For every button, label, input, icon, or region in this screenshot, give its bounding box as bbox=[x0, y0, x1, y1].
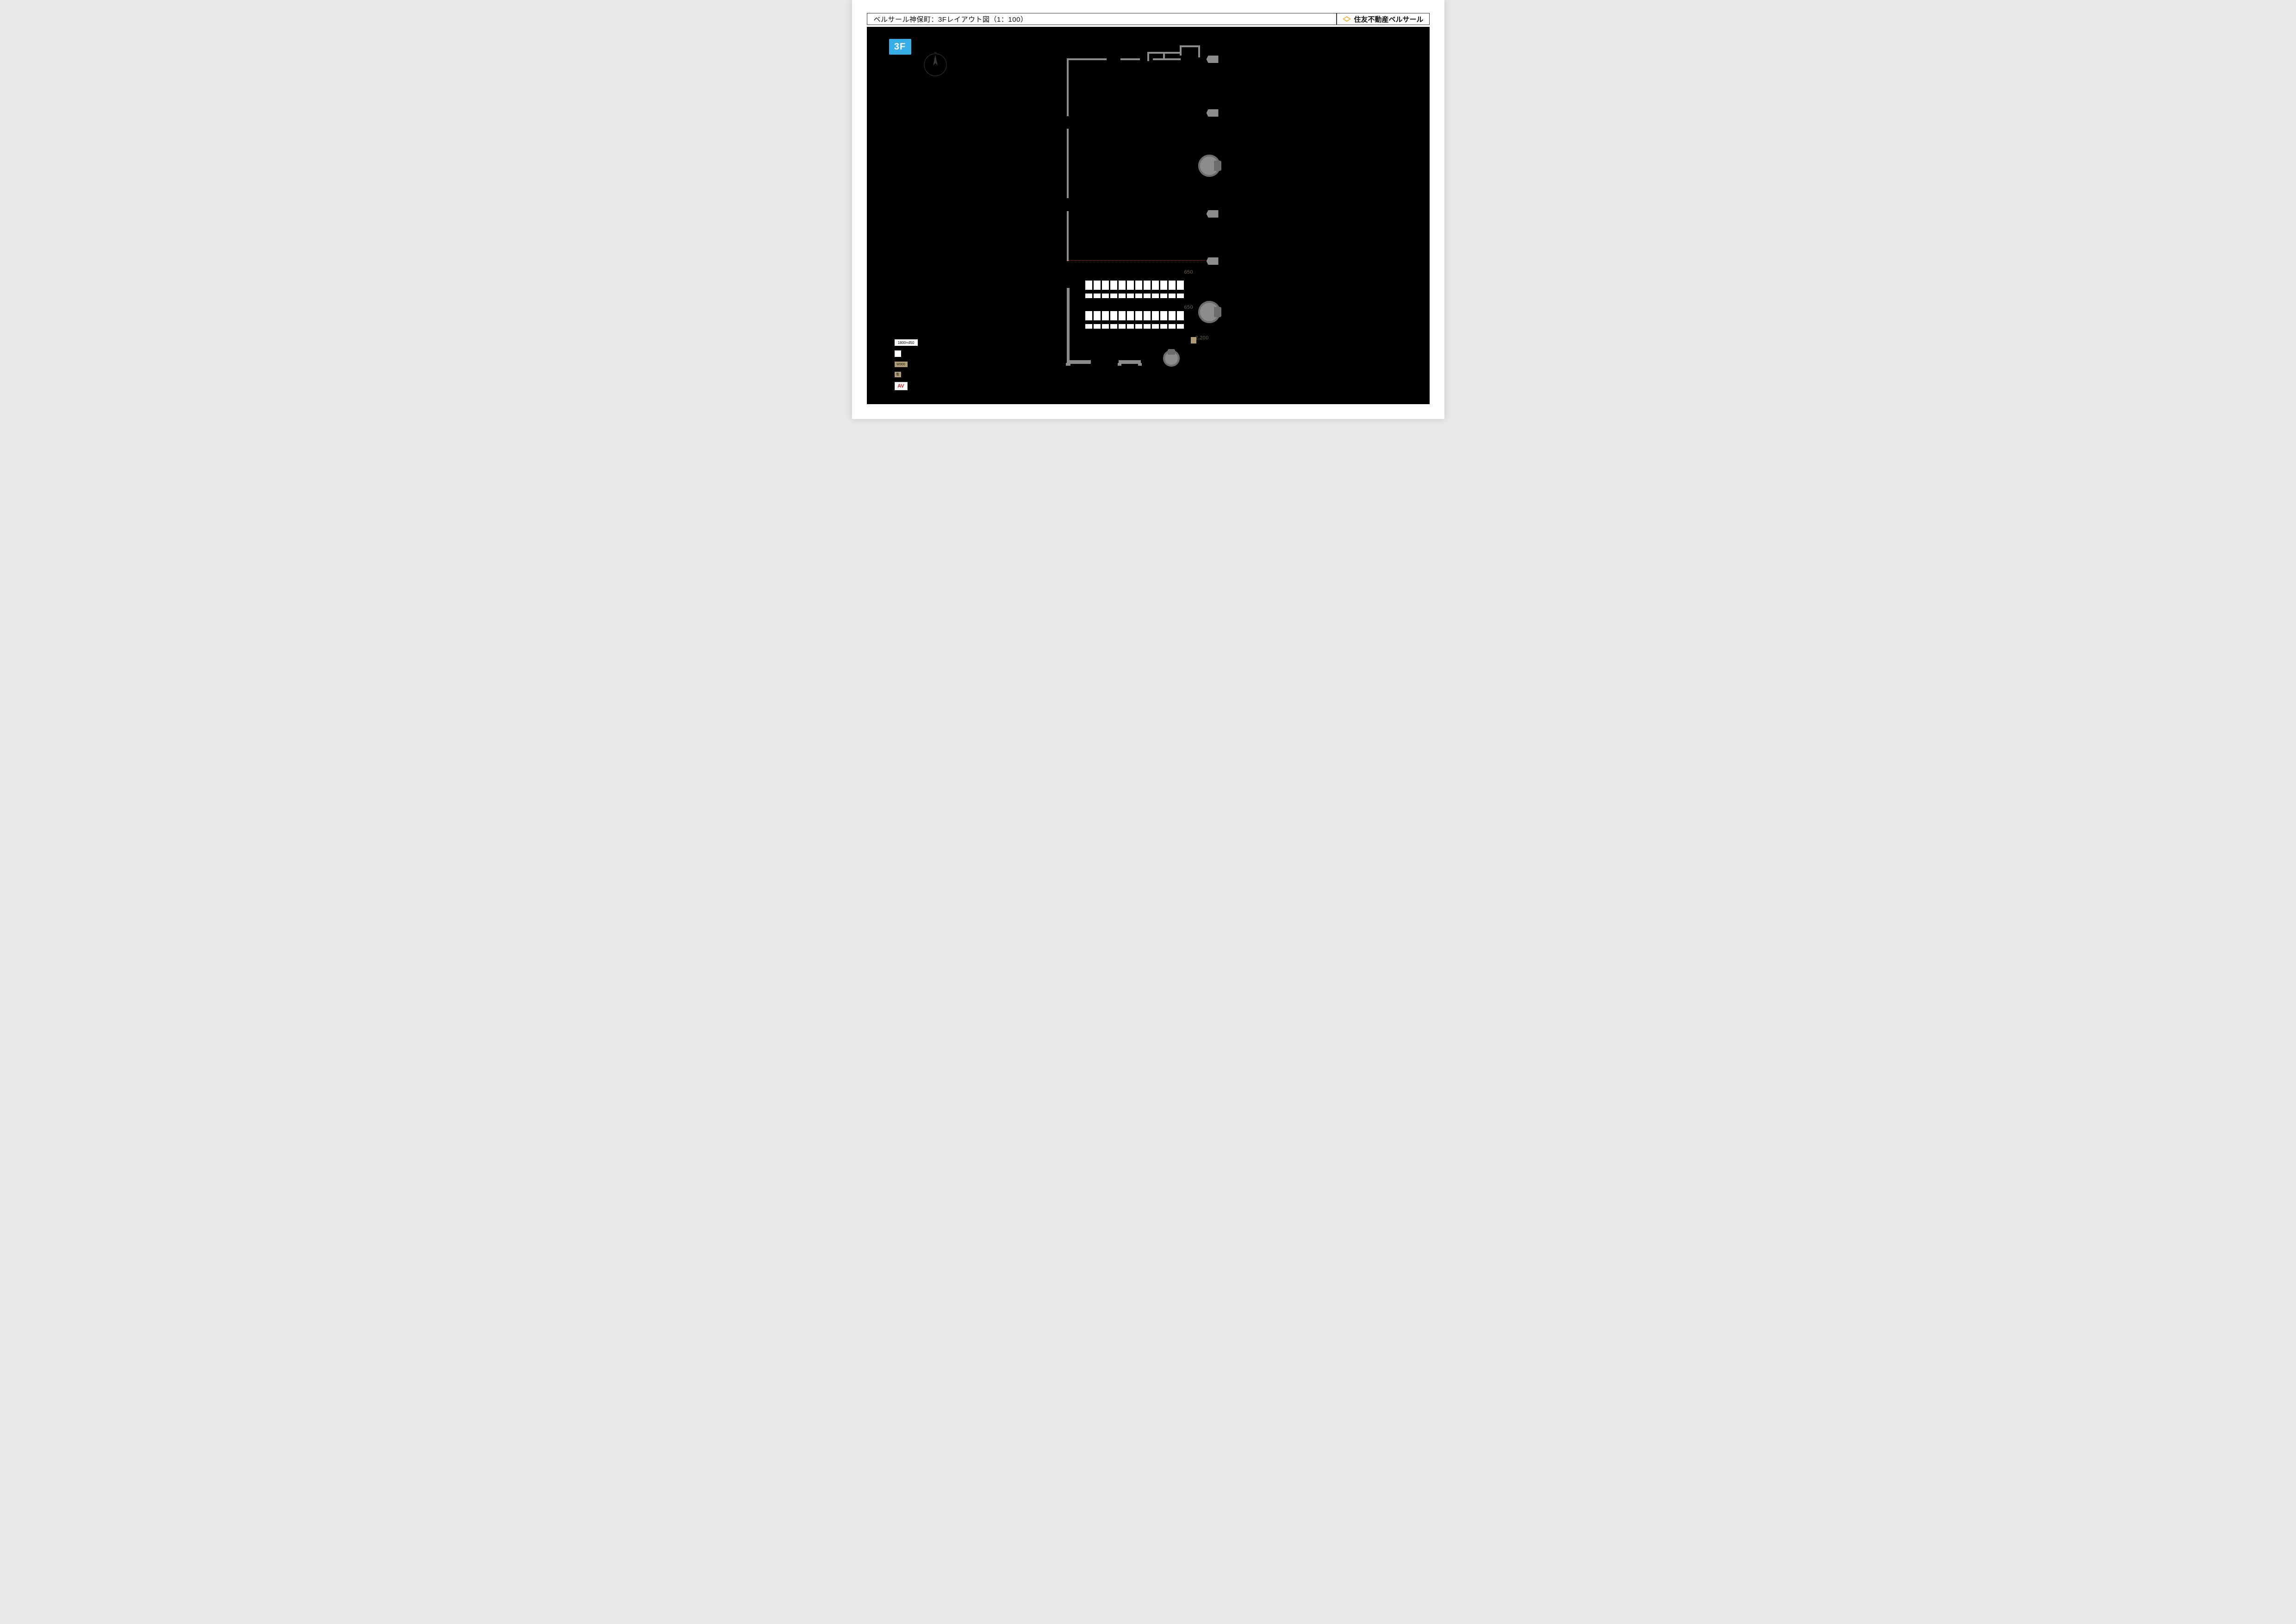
console-footer bbox=[1163, 350, 1180, 367]
desk bbox=[1094, 311, 1101, 329]
titlebar: ベルサール神保町：3Fレイアウト図（1：100） 住友不動産ベルサール bbox=[867, 13, 1430, 25]
legend-sign-swatch: 看 bbox=[895, 372, 901, 377]
page-title: ベルサール神保町：3Fレイアウト図（1：100） bbox=[867, 13, 1337, 25]
sign-chip bbox=[1191, 337, 1196, 344]
legend-chair-swatch bbox=[895, 350, 901, 357]
wall-top-room-g bbox=[1163, 52, 1165, 59]
floor-badge: 3F bbox=[889, 39, 911, 55]
column-1 bbox=[1207, 56, 1219, 63]
guideline-red bbox=[1069, 260, 1206, 261]
desk-row-1 bbox=[1085, 281, 1184, 298]
brand-box: 住友不動産ベルサール bbox=[1337, 13, 1429, 25]
desk bbox=[1135, 311, 1142, 329]
column-4 bbox=[1207, 257, 1219, 265]
dim-label-3: 2,200 bbox=[1195, 335, 1209, 341]
wall-left-1 bbox=[1067, 58, 1069, 116]
desk bbox=[1160, 311, 1167, 329]
desk bbox=[1144, 281, 1151, 298]
desk bbox=[1110, 281, 1117, 298]
legend-chair bbox=[895, 350, 946, 357]
desk bbox=[1177, 281, 1184, 298]
wall-left-3 bbox=[1067, 211, 1069, 261]
bench-mid-f2 bbox=[1138, 363, 1142, 366]
compass-icon: N bbox=[922, 52, 948, 78]
wall-top-room-e bbox=[1198, 45, 1200, 57]
wall-top-room-d bbox=[1180, 45, 1199, 47]
page: ベルサール神保町：3Fレイアウト図（1：100） 住友不動産ベルサール 3F N bbox=[852, 0, 1444, 419]
dim-label-2: 650 bbox=[1184, 305, 1193, 310]
floor-step-left-foot bbox=[1066, 363, 1070, 366]
desk bbox=[1102, 281, 1109, 298]
column-2 bbox=[1207, 109, 1219, 117]
legend-table: 1800×450 bbox=[895, 339, 946, 346]
floorplan-canvas: 3F N bbox=[867, 27, 1430, 404]
desk bbox=[1152, 311, 1159, 329]
wall-top-2 bbox=[1120, 58, 1140, 60]
dim-label-1: 650 bbox=[1184, 269, 1193, 275]
desk bbox=[1177, 311, 1184, 329]
wall-top-1 bbox=[1067, 58, 1107, 60]
legend: 1800×450 W900 看 AV bbox=[895, 335, 946, 390]
desk bbox=[1135, 281, 1142, 298]
svg-text:N: N bbox=[934, 52, 937, 55]
console-right-upper bbox=[1198, 155, 1220, 177]
desk bbox=[1169, 281, 1176, 298]
desk-row-2 bbox=[1085, 311, 1184, 329]
desk bbox=[1119, 311, 1126, 329]
legend-panel-swatch: W900 bbox=[895, 362, 908, 367]
column-3 bbox=[1207, 210, 1219, 218]
legend-table-swatch: 1800×450 bbox=[895, 339, 918, 346]
legend-av-swatch: AV bbox=[895, 382, 908, 390]
desk bbox=[1085, 281, 1092, 298]
desk bbox=[1144, 311, 1151, 329]
desk bbox=[1102, 311, 1109, 329]
desk bbox=[1160, 281, 1167, 298]
desk bbox=[1127, 281, 1134, 298]
legend-sign: 看 bbox=[895, 372, 946, 377]
desk bbox=[1152, 281, 1159, 298]
floor-bar-left bbox=[1067, 288, 1070, 363]
legend-panel: W900 bbox=[895, 362, 946, 367]
desk bbox=[1169, 311, 1176, 329]
brand-label: 住友不動産ベルサール bbox=[1354, 14, 1423, 24]
desk bbox=[1094, 281, 1101, 298]
bench-mid bbox=[1119, 360, 1141, 364]
wall-left-2 bbox=[1067, 129, 1069, 198]
console-right-lower bbox=[1198, 301, 1220, 323]
bench-mid-f1 bbox=[1118, 363, 1121, 366]
desk bbox=[1085, 311, 1092, 329]
brand-logo-icon bbox=[1343, 16, 1351, 22]
desk bbox=[1110, 311, 1117, 329]
legend-av: AV bbox=[895, 382, 946, 390]
wall-top-room-f bbox=[1153, 58, 1181, 60]
desk bbox=[1127, 311, 1134, 329]
desk bbox=[1119, 281, 1126, 298]
